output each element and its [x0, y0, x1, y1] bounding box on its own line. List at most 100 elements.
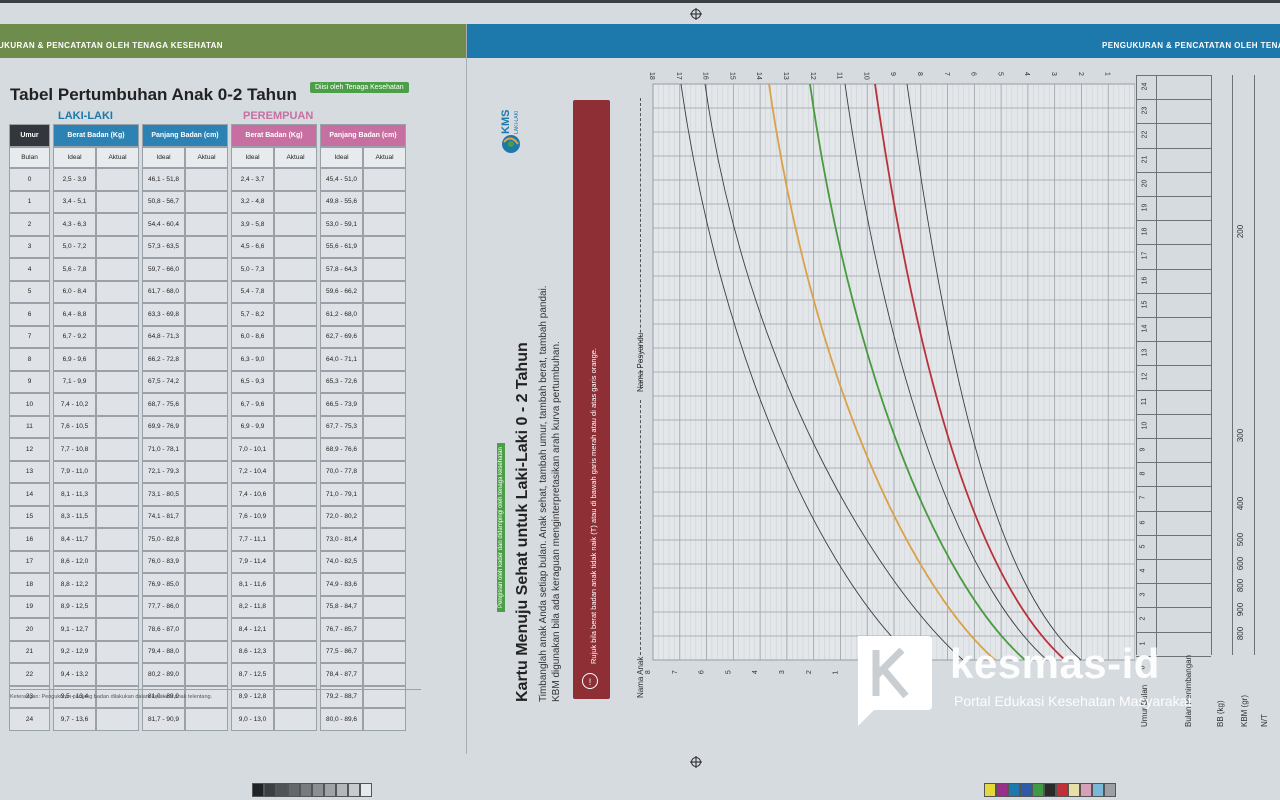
girls-weight-actual-cell[interactable] — [274, 505, 317, 528]
boys-length-actual-cell[interactable] — [185, 663, 228, 686]
boys-length-actual-cell[interactable] — [185, 303, 228, 326]
boys-length-actual-cell[interactable] — [185, 505, 228, 528]
boys-weight-actual-cell[interactable] — [96, 303, 139, 326]
boys-length-actual-cell[interactable] — [185, 460, 228, 483]
girls-length-actual-cell[interactable] — [363, 415, 406, 438]
girls-length-actual-cell[interactable] — [363, 235, 406, 258]
girls-weight-actual-cell[interactable] — [274, 438, 317, 461]
girls-length-actual-cell[interactable] — [363, 213, 406, 236]
girls-weight-actual-cell[interactable] — [274, 708, 317, 731]
boys-length-actual-cell[interactable] — [185, 235, 228, 258]
girls-weight-actual-cell[interactable] — [274, 213, 317, 236]
girls-length-actual-cell[interactable] — [363, 528, 406, 551]
girls-length-actual-cell[interactable] — [363, 460, 406, 483]
girls-length-actual-cell[interactable] — [363, 190, 406, 213]
girls-weight-actual-cell[interactable] — [274, 258, 317, 281]
boys-length-actual-cell[interactable] — [185, 573, 228, 596]
girls-weight-actual-cell[interactable] — [274, 168, 317, 191]
girls-weight-actual-cell[interactable] — [274, 528, 317, 551]
girls-weight-actual-cell[interactable] — [274, 393, 317, 416]
boys-length-actual-cell[interactable] — [185, 550, 228, 573]
girls-weight-actual-cell[interactable] — [274, 460, 317, 483]
boys-weight-actual-cell[interactable] — [96, 505, 139, 528]
girls-weight-actual-cell[interactable] — [274, 303, 317, 326]
boys-weight-actual-cell[interactable] — [96, 213, 139, 236]
boys-length-actual-cell[interactable] — [185, 280, 228, 303]
girls-weight-actual-cell[interactable] — [274, 348, 317, 371]
boys-weight-actual-cell[interactable] — [96, 235, 139, 258]
boys-weight-actual-cell[interactable] — [96, 595, 139, 618]
girls-length-actual-cell[interactable] — [363, 438, 406, 461]
boys-weight-actual-cell[interactable] — [96, 640, 139, 663]
girls-weight-actual-cell[interactable] — [274, 370, 317, 393]
girls-length-actual-cell[interactable] — [363, 618, 406, 641]
boys-weight-actual-cell[interactable] — [96, 438, 139, 461]
girls-weight-actual-cell[interactable] — [274, 573, 317, 596]
boys-length-actual-cell[interactable] — [185, 190, 228, 213]
girls-weight-actual-cell[interactable] — [274, 235, 317, 258]
boys-length-actual-cell[interactable] — [185, 415, 228, 438]
boys-weight-actual-cell[interactable] — [96, 573, 139, 596]
girls-weight-actual-cell[interactable] — [274, 415, 317, 438]
girls-length-actual-cell[interactable] — [363, 303, 406, 326]
girls-length-actual-cell[interactable] — [363, 393, 406, 416]
girls-length-actual-cell[interactable] — [363, 640, 406, 663]
girls-length-actual-cell[interactable] — [363, 573, 406, 596]
boys-length-actual-cell[interactable] — [185, 708, 228, 731]
boys-length-actual-cell[interactable] — [185, 348, 228, 371]
boys-length-actual-cell[interactable] — [185, 393, 228, 416]
boys-weight-actual-cell[interactable] — [96, 663, 139, 686]
boys-length-actual-cell[interactable] — [185, 528, 228, 551]
girls-weight-actual-cell[interactable] — [274, 190, 317, 213]
boys-weight-actual-cell[interactable] — [96, 618, 139, 641]
girls-length-actual-cell[interactable] — [363, 483, 406, 506]
boys-length-actual-cell[interactable] — [185, 438, 228, 461]
girls-length-actual-cell[interactable] — [363, 168, 406, 191]
girls-length-actual-cell[interactable] — [363, 550, 406, 573]
boys-weight-actual-cell[interactable] — [96, 708, 139, 731]
boys-length-ideal-cell: 64,8 - 71,3 — [142, 325, 185, 348]
girls-weight-actual-cell[interactable] — [274, 325, 317, 348]
girls-weight-actual-cell[interactable] — [274, 640, 317, 663]
girls-length-actual-cell[interactable] — [363, 348, 406, 371]
girls-length-actual-cell[interactable] — [363, 505, 406, 528]
boys-length-actual-cell[interactable] — [185, 325, 228, 348]
boys-weight-actual-cell[interactable] — [96, 370, 139, 393]
boys-length-actual-cell[interactable] — [185, 483, 228, 506]
girls-length-actual-cell[interactable] — [363, 708, 406, 731]
boys-length-actual-cell[interactable] — [185, 595, 228, 618]
boys-weight-actual-cell[interactable] — [96, 393, 139, 416]
girls-length-actual-cell[interactable] — [363, 595, 406, 618]
girls-length-actual-cell[interactable] — [363, 370, 406, 393]
child-name-line[interactable] — [640, 400, 641, 655]
boys-length-ideal-cell: 69,9 - 76,9 — [142, 415, 185, 438]
boys-weight-actual-cell[interactable] — [96, 190, 139, 213]
girls-weight-actual-cell[interactable] — [274, 595, 317, 618]
girls-weight-actual-cell[interactable] — [274, 663, 317, 686]
boys-length-actual-cell[interactable] — [185, 258, 228, 281]
girls-length-actual-cell[interactable] — [363, 258, 406, 281]
girls-weight-actual-cell[interactable] — [274, 618, 317, 641]
boys-weight-actual-cell[interactable] — [96, 550, 139, 573]
boys-weight-actual-cell[interactable] — [96, 325, 139, 348]
boys-weight-actual-cell[interactable] — [96, 168, 139, 191]
girls-length-actual-cell[interactable] — [363, 280, 406, 303]
boys-weight-actual-cell[interactable] — [96, 280, 139, 303]
boys-weight-actual-cell[interactable] — [96, 415, 139, 438]
girls-weight-actual-cell[interactable] — [274, 550, 317, 573]
girls-length-actual-cell[interactable] — [363, 663, 406, 686]
boys-weight-actual-cell[interactable] — [96, 483, 139, 506]
girls-weight-actual-cell[interactable] — [274, 280, 317, 303]
girls-weight-actual-cell[interactable] — [274, 483, 317, 506]
boys-weight-actual-cell[interactable] — [96, 528, 139, 551]
boys-length-actual-cell[interactable] — [185, 213, 228, 236]
boys-weight-actual-cell[interactable] — [96, 460, 139, 483]
boys-length-actual-cell[interactable] — [185, 370, 228, 393]
boys-weight-actual-cell[interactable] — [96, 258, 139, 281]
boys-length-actual-cell[interactable] — [185, 640, 228, 663]
boys-length-actual-cell[interactable] — [185, 618, 228, 641]
boys-length-actual-cell[interactable] — [185, 168, 228, 191]
boys-weight-ideal-cell: 8,6 - 12,0 — [53, 550, 96, 573]
girls-length-actual-cell[interactable] — [363, 325, 406, 348]
boys-weight-actual-cell[interactable] — [96, 348, 139, 371]
